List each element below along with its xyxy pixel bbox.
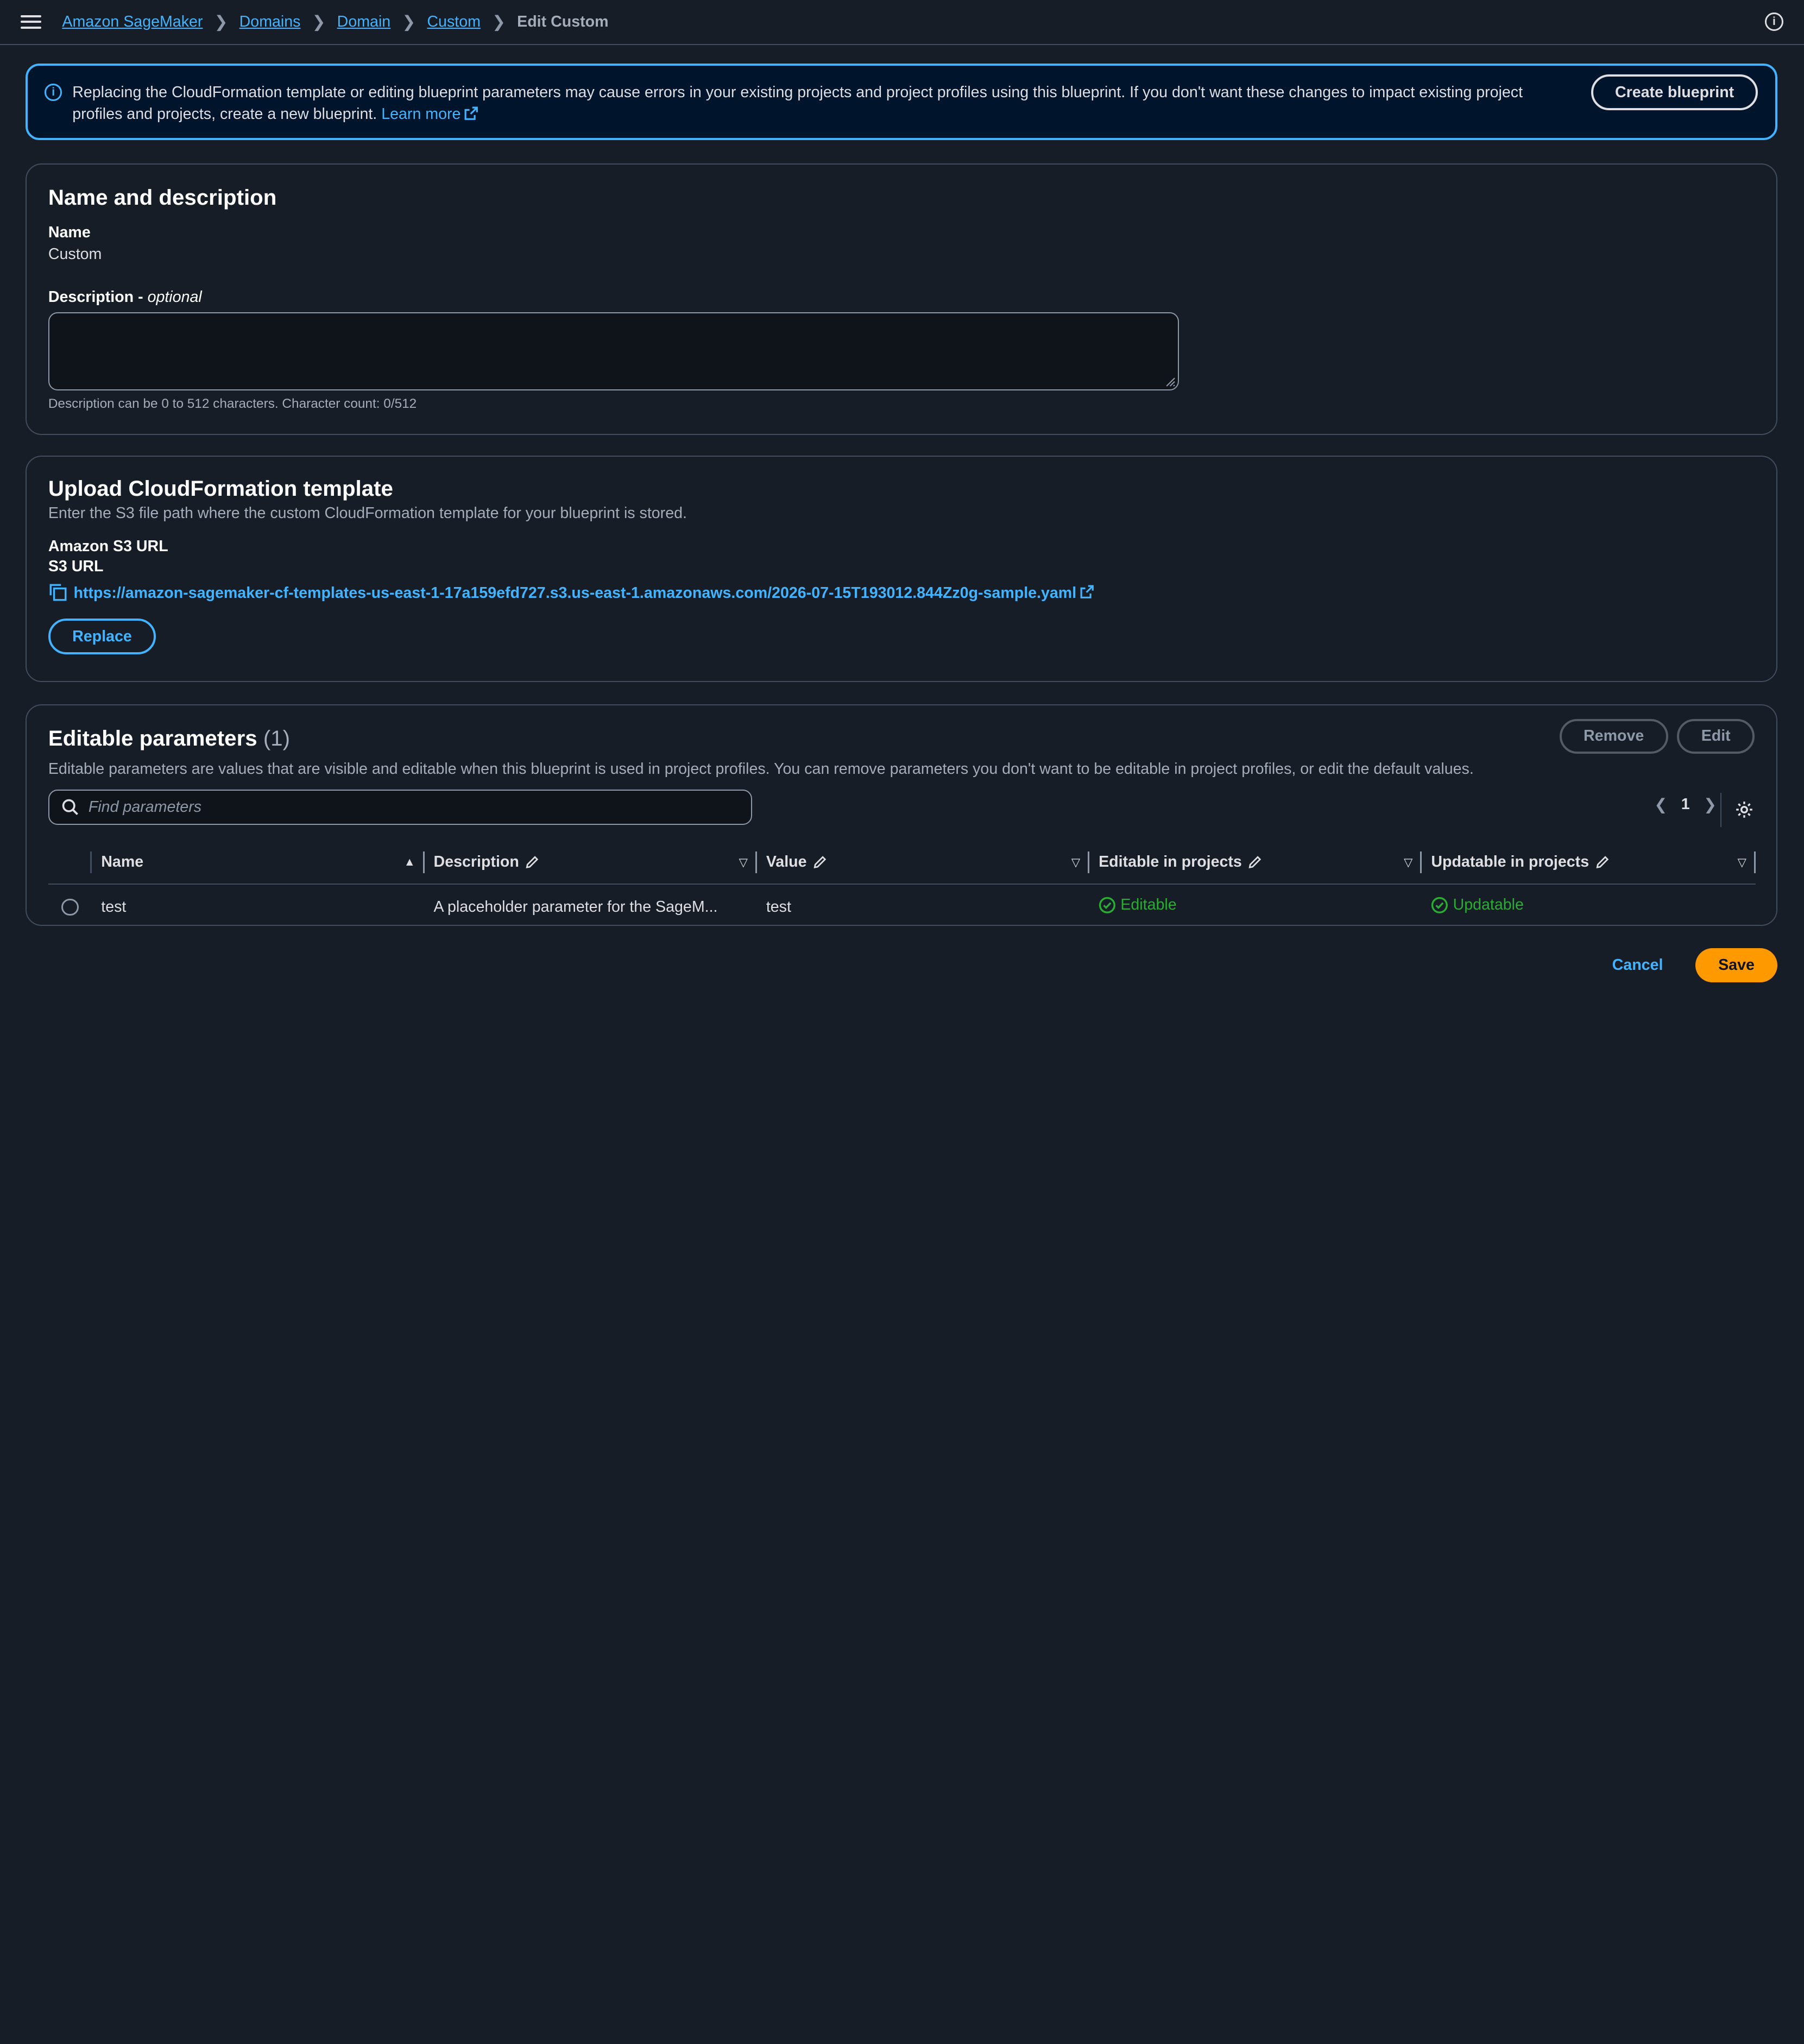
gear-icon[interactable] xyxy=(1720,792,1753,828)
chevron-right-icon: ❯ xyxy=(492,13,506,31)
learn-more-label: Learn more xyxy=(381,105,461,123)
description-hint: Description can be 0 to 512 characters. … xyxy=(48,396,417,411)
section-title: Name and description xyxy=(48,185,277,210)
section-title: Editable parameters (1) xyxy=(48,726,1755,751)
column-label: Description xyxy=(433,853,519,871)
pagination: ❮ 1 ❯ xyxy=(1654,795,1717,814)
chevron-right-icon[interactable]: ❯ xyxy=(1704,795,1717,814)
resize-handle-icon[interactable] xyxy=(1164,376,1176,387)
description-cell: A placeholder parameter for the SageM... xyxy=(433,898,718,916)
optional-tag: optional xyxy=(147,288,202,306)
column-label: Updatable in projects xyxy=(1431,853,1589,871)
sort-icon[interactable]: ▽ xyxy=(739,855,748,869)
menu-icon[interactable] xyxy=(21,11,42,32)
column-header-updatable[interactable]: Updatable in projects ▽ xyxy=(1422,841,1756,885)
status-badge: Editable xyxy=(1099,896,1177,914)
edit-button[interactable]: Edit xyxy=(1677,719,1755,754)
description-textarea[interactable] xyxy=(48,312,1179,390)
top-bar: Amazon SageMaker ❯ Domains ❯ Domain ❯ Cu… xyxy=(0,0,1804,45)
section-description: Editable parameters are values that are … xyxy=(48,760,1474,778)
table-row[interactable]: test A placeholder parameter for the Sag… xyxy=(48,884,1756,930)
info-icon[interactable]: i xyxy=(1764,12,1783,31)
column-header-editable[interactable]: Editable in projects ▽ xyxy=(1089,841,1422,885)
external-link-icon xyxy=(1080,585,1094,599)
chevron-left-icon[interactable]: ❮ xyxy=(1654,795,1667,814)
pencil-icon xyxy=(1248,856,1261,869)
save-button[interactable]: Save xyxy=(1695,948,1778,983)
section-title-text: Editable parameters xyxy=(48,726,257,750)
external-link-icon xyxy=(464,106,478,121)
sort-icon[interactable]: ▽ xyxy=(1738,855,1746,869)
info-alert: i Replacing the CloudFormation template … xyxy=(25,63,1778,141)
breadcrumb-domains[interactable]: Domains xyxy=(239,13,301,31)
page-number[interactable]: 1 xyxy=(1681,796,1690,813)
parameter-count: (1) xyxy=(263,726,291,750)
header-actions: Remove Edit xyxy=(1559,719,1755,754)
create-blueprint-button[interactable]: Create blueprint xyxy=(1591,74,1758,111)
check-circle-icon xyxy=(1431,897,1448,913)
row-radio[interactable] xyxy=(61,898,79,916)
breadcrumb: Amazon SageMaker ❯ Domains ❯ Domain ❯ Cu… xyxy=(62,12,608,31)
alert-text: Replacing the CloudFormation template or… xyxy=(72,84,1523,123)
learn-more-link[interactable]: Learn more xyxy=(381,105,478,123)
replace-button[interactable]: Replace xyxy=(48,619,156,654)
column-label: Name xyxy=(101,853,144,871)
s3-label: S3 URL xyxy=(48,558,104,576)
column-header-value[interactable]: Value ▽ xyxy=(756,841,1090,885)
search-input[interactable] xyxy=(88,798,733,817)
cancel-button[interactable]: Cancel xyxy=(1612,956,1663,974)
s3-url-text: https://amazon-sagemaker-cf-templates-us… xyxy=(73,584,1077,602)
remove-button[interactable]: Remove xyxy=(1559,719,1668,754)
editable-parameters-container: Editable parameters (1) Remove Edit Edit… xyxy=(25,704,1778,926)
description-label-text: Description - xyxy=(48,288,148,306)
editable-status: Editable xyxy=(1120,896,1177,914)
description-label: Description - optional xyxy=(48,288,1755,306)
pencil-icon xyxy=(526,856,539,869)
info-icon: i xyxy=(45,84,62,102)
breadcrumb-custom[interactable]: Custom xyxy=(427,13,481,31)
page: Amazon SageMaker ❯ Domains ❯ Domain ❯ Cu… xyxy=(0,0,1804,1021)
form-actions: Cancel Save xyxy=(1612,948,1778,983)
breadcrumb-sagemaker[interactable]: Amazon SageMaker xyxy=(62,13,203,31)
upload-template-container: Upload CloudFormation template Enter the… xyxy=(25,455,1778,683)
sort-icon[interactable]: ▽ xyxy=(1071,855,1080,869)
column-header-name[interactable]: Name ▲ xyxy=(92,841,425,885)
name-description-container: Name and description Name Custom Descrip… xyxy=(25,163,1778,435)
value-cell: test xyxy=(766,898,791,916)
search-icon xyxy=(62,799,79,815)
table-header-row: Name ▲ Description ▽ Value ▽ Editable in pr… xyxy=(48,841,1756,885)
sort-ascending-icon[interactable]: ▲ xyxy=(404,856,415,869)
updatable-status: Updatable xyxy=(1453,896,1524,914)
s3-url-row: https://amazon-sagemaker-cf-templates-us… xyxy=(48,582,1755,603)
editable-cell: Editable xyxy=(1089,884,1422,930)
pencil-icon xyxy=(1596,856,1609,869)
name-value: Custom xyxy=(48,245,102,263)
breadcrumb-current: Edit Custom xyxy=(517,12,609,30)
search-field[interactable] xyxy=(48,789,753,825)
section-subtitle: Enter the S3 file path where the custom … xyxy=(48,504,687,522)
parameters-table: Name ▲ Description ▽ Value ▽ Editable in pr… xyxy=(48,841,1756,930)
alert-message: Replacing the CloudFormation template or… xyxy=(72,81,1556,138)
column-label: Value xyxy=(766,853,807,871)
updatable-cell: Updatable xyxy=(1422,884,1755,930)
section-title: Upload CloudFormation template xyxy=(48,476,393,501)
s3-url-link[interactable]: https://amazon-sagemaker-cf-templates-us… xyxy=(73,584,1094,602)
select-cell xyxy=(48,884,92,930)
copy-icon[interactable] xyxy=(48,583,67,601)
s3-heading: Amazon S3 URL xyxy=(48,537,168,555)
name-cell: test xyxy=(101,898,127,916)
chevron-right-icon: ❯ xyxy=(214,13,228,31)
chevron-right-icon: ❯ xyxy=(402,13,416,31)
pencil-icon xyxy=(813,856,827,869)
sort-icon[interactable]: ▽ xyxy=(1404,855,1412,869)
column-header-description[interactable]: Description ▽ xyxy=(424,841,757,885)
name-label: Name xyxy=(48,224,91,242)
select-column-header xyxy=(48,841,92,885)
chevron-right-icon: ❯ xyxy=(312,13,326,31)
check-circle-icon xyxy=(1099,897,1115,913)
status-badge: Updatable xyxy=(1431,896,1524,914)
column-label: Editable in projects xyxy=(1099,853,1242,871)
breadcrumb-domain[interactable]: Domain xyxy=(337,13,391,31)
